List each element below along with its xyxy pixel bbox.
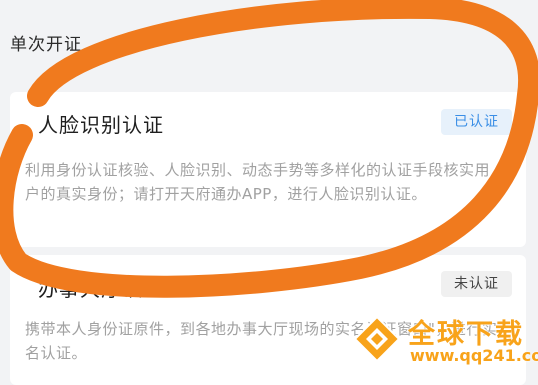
- watermark-logo-icon: [353, 315, 401, 363]
- card-title: 人脸识别认证: [38, 113, 164, 137]
- watermark: 全球下载 www.qq241.com: [352, 312, 538, 368]
- unverified-badge: 未认证: [441, 271, 512, 297]
- section-title: 单次开证: [10, 35, 82, 55]
- verified-badge: 已认证: [441, 109, 512, 135]
- card-description: 利用身份认证核验、人脸识别、动态手势等多样化的认证手段核实用户的真实身份；请打开…: [25, 161, 491, 203]
- card-title: 办事大厅认证: [38, 277, 164, 301]
- watermark-url: www.qq241.com: [410, 346, 538, 365]
- face-recognition-card[interactable]: 人脸识别认证 已认证 利用身份认证核验、人脸识别、动态手势等多样化的认证手段核实…: [10, 92, 526, 247]
